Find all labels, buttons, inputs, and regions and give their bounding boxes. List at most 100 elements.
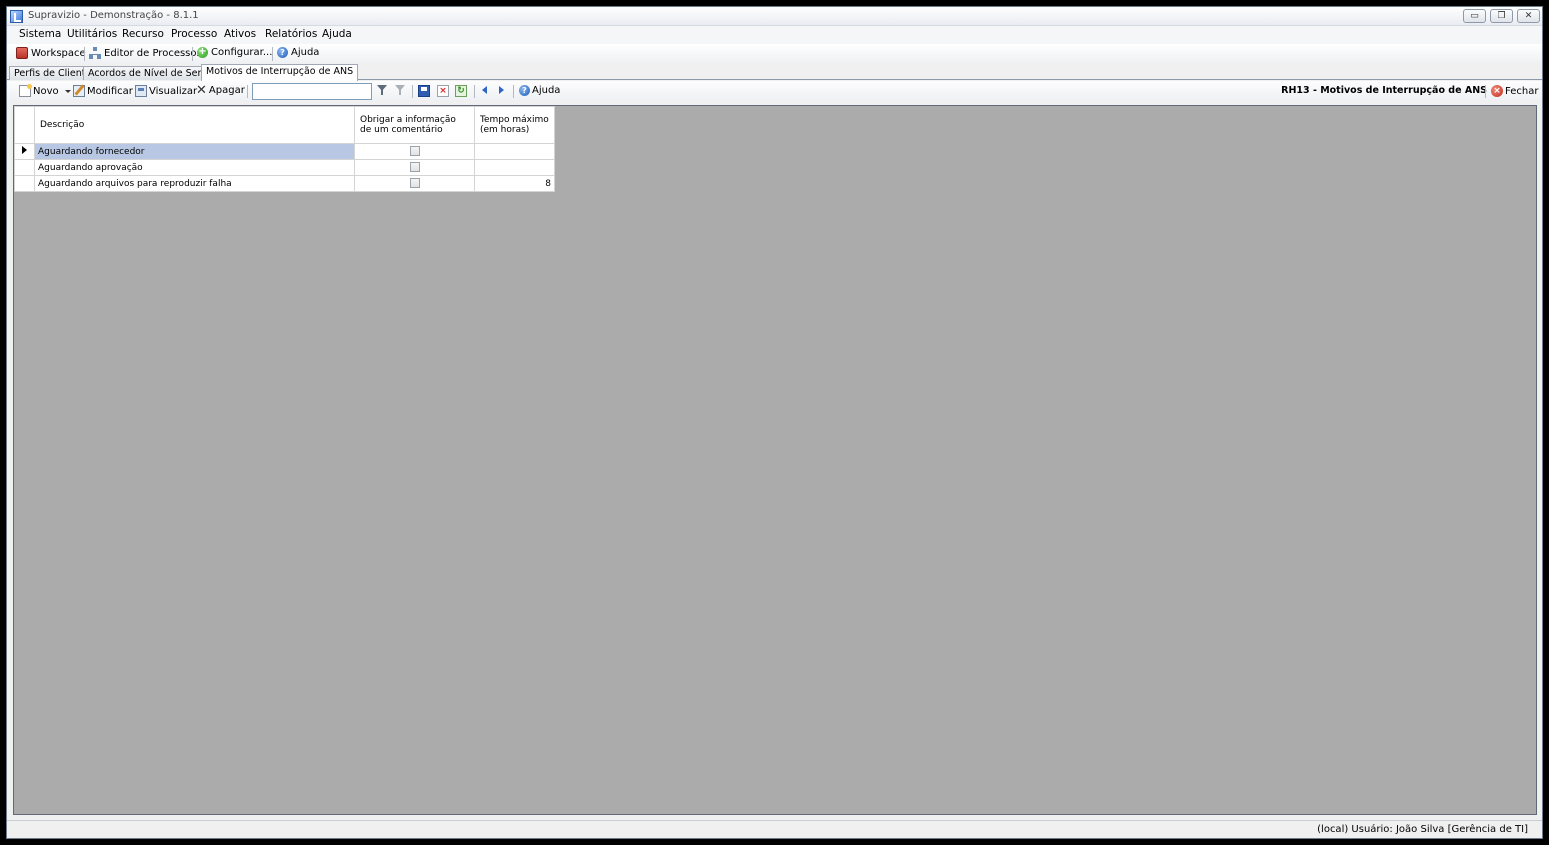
table-row[interactable]: Aguardando fornecedor — [14, 143, 555, 160]
refresh-icon: ↻ — [455, 85, 467, 97]
close-tab-button[interactable]: × Fechar — [1491, 85, 1538, 97]
grid-area: Descrição Obrigar a informação de um com… — [13, 105, 1537, 815]
title-bar: Supravizio - Demonstração - 8.1.1 ▭ ❐ ✕ — [7, 7, 1542, 26]
filter-button[interactable] — [377, 85, 388, 96]
menu-ativos[interactable]: Ativos — [224, 28, 256, 40]
action-toolbar: Novo Modificar Visualizar ✕ Apagar × ↻ ?… — [7, 81, 1542, 101]
menu-recurso[interactable]: Recurso — [122, 28, 164, 40]
row-selector[interactable] — [14, 175, 35, 192]
menu-processo[interactable]: Processo — [171, 28, 217, 40]
cell-description[interactable]: Aguardando fornecedor — [34, 143, 355, 160]
table-row[interactable]: Aguardando arquivos para reproduzir falh… — [14, 175, 555, 192]
menu-ajuda[interactable]: Ajuda — [322, 28, 352, 40]
arrow-right-icon — [497, 85, 505, 95]
help-icon: ? — [519, 85, 530, 96]
clear-filter-button[interactable] — [395, 85, 406, 96]
close-window-button[interactable]: ✕ — [1517, 9, 1540, 23]
data-grid: Descrição Obrigar a informação de um com… — [14, 106, 555, 192]
close-tab-label: Fechar — [1505, 85, 1539, 97]
table-row[interactable]: Aguardando aprovação — [14, 159, 555, 176]
new-document-icon — [19, 84, 32, 97]
plus-circle-icon: + — [197, 46, 208, 58]
arrow-left-icon — [481, 85, 489, 95]
column-header-tempo-maximo[interactable]: Tempo máximo (em horas) — [474, 106, 555, 144]
new-label: Novo — [33, 85, 59, 97]
cell-max-hours[interactable]: 8 — [474, 175, 555, 192]
menu-utilitarios[interactable]: Utilitários — [67, 28, 117, 40]
menu-relatorios[interactable]: Relatórios — [265, 28, 317, 40]
column-header-obrigar-comentario[interactable]: Obrigar a informação de um comentário — [354, 106, 475, 144]
status-bar: (local) Usuário: João Silva [Gerência de… — [7, 820, 1542, 838]
quickbar-help-button[interactable]: ? Ajuda — [277, 47, 319, 58]
cell-max-hours[interactable] — [474, 143, 555, 160]
actionbar-help-button[interactable]: ? Ajuda — [519, 85, 560, 96]
edit-icon — [73, 85, 85, 97]
cell-max-hours[interactable] — [474, 159, 555, 176]
row-selector[interactable] — [14, 159, 35, 176]
view-label: Visualizar — [149, 85, 198, 97]
toolbar-divider — [474, 85, 475, 98]
toolbar-divider — [513, 85, 514, 98]
cell-require-comment[interactable] — [354, 175, 475, 192]
toolbar-divider — [247, 85, 248, 98]
cancel-button[interactable]: × — [437, 85, 449, 97]
cell-require-comment[interactable] — [354, 143, 475, 160]
workspace-label: Workspace — [31, 47, 86, 59]
status-text: (local) Usuário: João Silva [Gerência de… — [1317, 824, 1528, 835]
cell-description[interactable]: Aguardando arquivos para reproduzir falh… — [34, 175, 355, 192]
clear-filter-icon — [395, 85, 406, 96]
cell-require-comment[interactable] — [354, 159, 475, 176]
menu-bar: Sistema Utilitários Recurso Processo Ati… — [7, 26, 1542, 44]
new-button[interactable]: Novo — [19, 84, 71, 97]
tab-strip: Perfis de Clientes Acordos de Nível de S… — [7, 64, 1542, 81]
toolbar-divider — [412, 85, 413, 98]
view-icon — [135, 85, 147, 97]
app-logo-icon — [10, 10, 23, 23]
screen-title: RH13 - Motivos de Interrupção de ANS — [1281, 85, 1487, 96]
quickbar-help-label: Ajuda — [291, 47, 320, 58]
process-diagram-icon — [89, 47, 101, 59]
filter-icon — [377, 85, 388, 96]
toolbar-divider — [192, 47, 193, 61]
cancel-icon: × — [437, 85, 449, 97]
chevron-down-icon[interactable] — [64, 89, 71, 93]
configure-button[interactable]: + Configurar... — [197, 47, 272, 58]
workspace-button[interactable]: Workspace — [16, 47, 86, 59]
restore-button[interactable]: ❐ — [1490, 9, 1513, 23]
save-icon — [418, 85, 430, 97]
delete-x-icon: ✕ — [196, 83, 207, 98]
main-window: Supravizio - Demonstração - 8.1.1 ▭ ❐ ✕ … — [6, 6, 1543, 839]
require-comment-checkbox[interactable] — [409, 162, 420, 173]
require-comment-checkbox[interactable] — [409, 146, 420, 157]
process-editor-button[interactable]: Editor de Processos — [89, 47, 202, 59]
delete-label: Apagar — [208, 85, 245, 96]
row-header-corner — [14, 106, 35, 144]
column-header-descricao[interactable]: Descrição — [34, 106, 355, 144]
require-comment-checkbox[interactable] — [409, 178, 420, 189]
menu-sistema[interactable]: Sistema — [19, 28, 61, 40]
view-button[interactable]: Visualizar — [135, 85, 197, 97]
row-selector[interactable] — [14, 143, 35, 160]
delete-button[interactable]: ✕ Apagar — [196, 83, 245, 98]
search-input[interactable] — [252, 83, 372, 100]
workspace-icon — [16, 47, 28, 59]
process-editor-label: Editor de Processos — [104, 47, 202, 59]
close-circle-icon: × — [1491, 85, 1503, 97]
next-button[interactable] — [497, 85, 505, 95]
modify-button[interactable]: Modificar — [73, 85, 133, 97]
toolbar-divider — [1485, 85, 1486, 98]
window-title: Supravizio - Demonstração - 8.1.1 — [28, 10, 199, 21]
grid-header-row: Descrição Obrigar a informação de um com… — [14, 106, 555, 144]
minimize-button[interactable]: ▭ — [1463, 9, 1486, 23]
toolbar-divider — [272, 47, 273, 61]
current-row-arrow-icon — [22, 146, 27, 154]
previous-button[interactable] — [481, 85, 489, 95]
modify-label: Modificar — [87, 85, 133, 97]
tab-motivos-de-interrupcao-de-ans[interactable]: Motivos de Interrupção de ANS — [201, 64, 359, 81]
save-button[interactable] — [418, 85, 430, 97]
help-icon: ? — [277, 47, 288, 58]
actionbar-help-label: Ajuda — [532, 85, 561, 96]
toolbar-divider — [84, 47, 85, 61]
cell-description[interactable]: Aguardando aprovação — [34, 159, 355, 176]
refresh-button[interactable]: ↻ — [455, 85, 467, 97]
